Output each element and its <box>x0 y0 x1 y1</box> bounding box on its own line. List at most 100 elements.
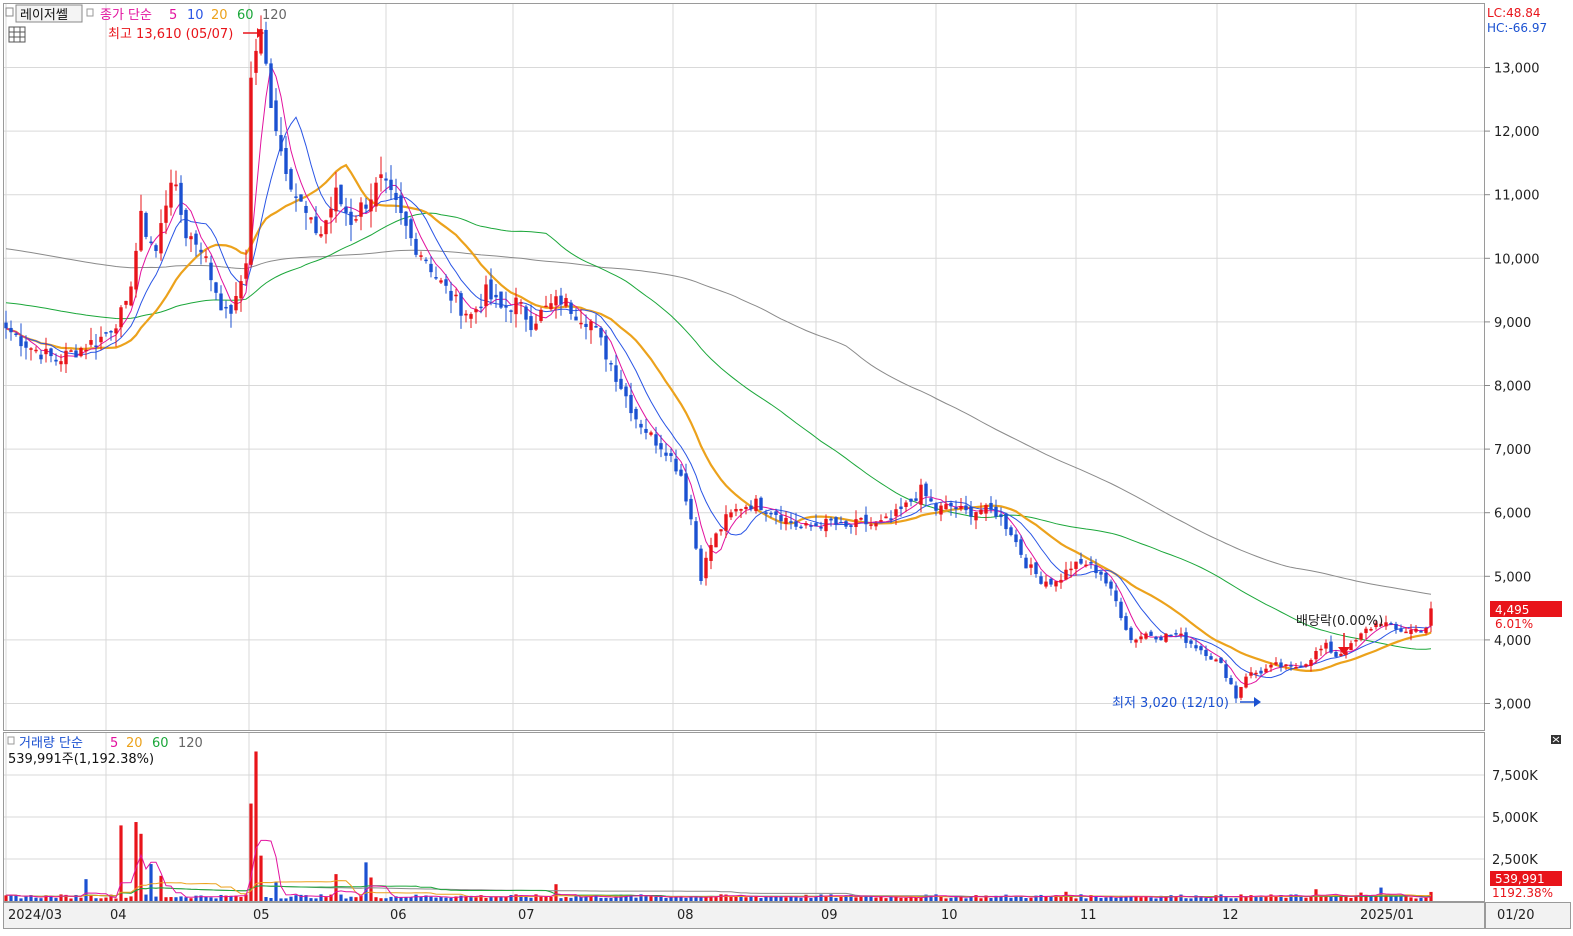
candle-body <box>919 484 923 505</box>
candle-body <box>344 206 348 213</box>
candle-body <box>494 294 498 298</box>
candle-body <box>144 212 148 237</box>
y-tick-label: 5,000 <box>1494 570 1531 585</box>
candle-body <box>239 281 243 299</box>
candle-body <box>134 250 138 290</box>
candle-body <box>264 29 268 64</box>
candle-body <box>314 216 318 234</box>
candle-body <box>334 187 338 212</box>
panel-menu-icon[interactable] <box>5 7 14 17</box>
volume-bar <box>689 896 693 901</box>
volume-bar <box>34 897 38 901</box>
candle-body <box>354 219 358 221</box>
candle-body <box>184 209 188 239</box>
candle-body <box>834 517 838 525</box>
candle-body <box>464 313 468 316</box>
candle-body <box>654 434 658 446</box>
volume-bar <box>429 896 433 901</box>
candle-body <box>1104 572 1108 584</box>
volume-bar <box>344 898 348 901</box>
volume-bar <box>1009 897 1013 901</box>
candle-body <box>179 182 183 215</box>
candle-body <box>129 286 133 306</box>
candle-body <box>509 310 513 312</box>
volume-bar <box>669 897 673 901</box>
volume-bar <box>914 897 918 901</box>
table-view-icon[interactable] <box>8 26 26 43</box>
volume-menu-icon[interactable] <box>7 736 15 745</box>
x-tick-label: 2025/01 <box>1360 908 1414 923</box>
volume-bar <box>104 897 108 901</box>
candle-body <box>1009 527 1013 536</box>
volume-bar <box>419 896 423 901</box>
candle-body <box>19 336 23 347</box>
candle-body <box>869 524 873 526</box>
volume-bar <box>149 864 153 901</box>
volume-tick-label: 5,000K <box>1492 811 1538 826</box>
volume-bar <box>1049 896 1053 901</box>
candle-body <box>399 195 403 214</box>
candle-body <box>374 182 378 207</box>
volume-bar <box>379 898 383 901</box>
volume-bar <box>254 751 258 901</box>
volume-bar <box>319 894 323 901</box>
candle-body <box>1039 576 1043 584</box>
volume-bar <box>564 897 568 901</box>
candle-body <box>299 194 303 202</box>
volume-bar <box>1369 896 1373 901</box>
candle-body <box>959 506 963 509</box>
candle-body <box>1409 629 1413 634</box>
candle-body <box>814 523 818 527</box>
legend-menu-icon[interactable] <box>86 8 94 17</box>
candle-body <box>729 512 733 518</box>
x-axis-bar <box>3 902 1485 929</box>
candle-body <box>214 282 218 293</box>
volume-bar <box>14 895 18 901</box>
x-tick-label: 09 <box>821 908 838 923</box>
candle-body <box>1304 664 1308 667</box>
candle-body <box>759 497 763 511</box>
y-tick-label: 12,000 <box>1494 125 1540 140</box>
candle-body <box>384 178 388 181</box>
candle-body <box>744 506 748 510</box>
candle-body <box>789 521 793 523</box>
candle-body <box>629 394 633 414</box>
candle-body <box>559 295 563 305</box>
volume-bar <box>354 897 358 901</box>
candle-body <box>639 423 643 428</box>
candle-body <box>1074 561 1078 569</box>
volume-bar <box>1164 897 1168 901</box>
volume-bar <box>404 897 408 901</box>
y-tick-label: 6,000 <box>1494 507 1531 522</box>
volume-bar <box>209 897 213 901</box>
volume-legend-prefix: 거래량 단순 <box>19 736 83 751</box>
candle-body <box>1314 650 1318 660</box>
volume-bar <box>894 897 898 901</box>
candle-body <box>444 279 448 286</box>
candle-body <box>734 508 738 512</box>
candle-body <box>244 263 248 279</box>
candle-body <box>624 386 628 397</box>
volume-bar <box>9 894 13 901</box>
candle-body <box>914 498 918 501</box>
low-annotation: 최저 3,020 (12/10) <box>1112 696 1229 711</box>
candle-body <box>1429 608 1433 626</box>
candle-body <box>649 432 653 435</box>
candle-body <box>694 521 698 549</box>
volume-bar <box>944 898 948 901</box>
y-tick-label: 7,000 <box>1494 443 1531 458</box>
candle-body <box>739 509 743 511</box>
volume-bar <box>1254 896 1258 901</box>
volume-bar <box>899 897 903 901</box>
candle-body <box>849 525 853 527</box>
legend-ma120: 120 <box>262 8 287 23</box>
candle-body <box>584 323 588 327</box>
candle-body <box>754 498 758 512</box>
volume-bar <box>664 897 668 901</box>
candle-body <box>1324 642 1328 649</box>
candle-body <box>174 184 178 187</box>
volume-bar <box>219 894 223 901</box>
candle-body <box>969 506 973 517</box>
candle-body <box>1019 539 1023 555</box>
candle-body <box>194 233 198 245</box>
